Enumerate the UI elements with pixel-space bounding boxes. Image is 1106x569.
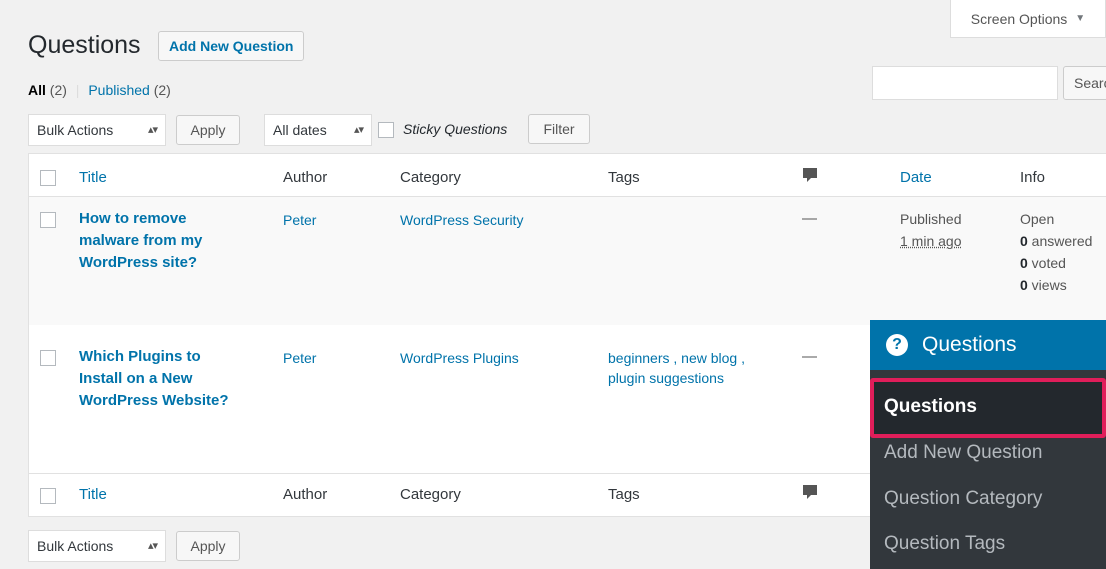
- column-category: Category: [400, 169, 461, 186]
- voted-label: voted: [1027, 255, 1066, 271]
- view-separator: |: [75, 82, 80, 98]
- column-info: Info: [1020, 169, 1046, 186]
- row-checkbox[interactable]: [40, 212, 56, 228]
- caret-down-icon: ▼: [1075, 13, 1086, 24]
- title-line: How to remove: [79, 210, 187, 227]
- info-status: Open: [1020, 211, 1055, 227]
- column-title-footer[interactable]: Title: [79, 486, 107, 503]
- select-arrows-icon: ▴▾: [147, 540, 158, 552]
- question-title-link[interactable]: Which Plugins to Install on a New WordPr…: [79, 346, 269, 412]
- apply-button-bottom[interactable]: Apply: [176, 531, 240, 561]
- sticky-label: Sticky Questions: [403, 121, 508, 137]
- author-link[interactable]: Peter: [283, 348, 316, 368]
- select-arrows-icon: ▴▾: [353, 124, 364, 136]
- bulk-actions-value: Bulk Actions: [37, 538, 114, 554]
- tags-line: beginners , new blog ,: [608, 350, 745, 366]
- info-cell: Open 0 answered 0 voted 0 views: [1020, 208, 1092, 296]
- bulk-actions-value: Bulk Actions: [37, 122, 114, 138]
- title-line: Which Plugins to: [79, 348, 201, 365]
- submenu-item-add-new[interactable]: Add New Question: [884, 442, 1042, 464]
- tags-links[interactable]: beginners , new blog , plugin suggestion…: [608, 348, 745, 388]
- filter-button[interactable]: Filter: [528, 114, 590, 144]
- comment-icon[interactable]: [802, 484, 818, 506]
- row-checkbox[interactable]: [40, 350, 56, 366]
- tags-line: plugin suggestions: [608, 370, 724, 386]
- bulk-actions-select[interactable]: Bulk Actions ▴▾: [28, 114, 166, 146]
- screen-options-label: Screen Options: [970, 10, 1068, 27]
- title-line: malware from my: [79, 232, 203, 249]
- comment-icon[interactable]: [802, 167, 818, 189]
- category-link[interactable]: WordPress Plugins: [400, 348, 519, 368]
- views-label: views: [1027, 277, 1067, 293]
- voted-count: 0: [1020, 255, 1028, 271]
- title-line: WordPress Website?: [79, 392, 229, 409]
- title-line: WordPress site?: [79, 254, 198, 271]
- category-link[interactable]: WordPress Security: [400, 210, 523, 230]
- view-published-count: (2): [153, 82, 171, 98]
- date-time: 1 min ago: [900, 233, 962, 249]
- answered-count: 0: [1020, 233, 1028, 249]
- comments-count: —: [802, 348, 817, 365]
- submenu-item-questions[interactable]: Questions: [884, 396, 977, 418]
- column-title[interactable]: Title: [79, 169, 107, 186]
- view-published-link[interactable]: Published: [88, 82, 150, 98]
- column-date[interactable]: Date: [900, 169, 932, 186]
- comments-count: —: [802, 210, 817, 227]
- dates-select[interactable]: All dates ▴▾: [264, 114, 372, 146]
- view-filters: All (2) | Published (2): [28, 82, 171, 98]
- views-count: 0: [1020, 277, 1028, 293]
- question-mark-icon: ?: [886, 334, 908, 356]
- column-tags-footer: Tags: [608, 486, 640, 503]
- select-all-checkbox[interactable]: [40, 170, 56, 186]
- submenu-item-tags[interactable]: Question Tags: [884, 533, 1005, 555]
- menu-questions-heading[interactable]: ? Questions: [870, 320, 1106, 370]
- column-category-footer: Category: [400, 486, 461, 503]
- screen-options-tab[interactable]: Screen Options ▼: [950, 0, 1106, 38]
- sticky-checkbox[interactable]: [378, 122, 394, 138]
- author-link[interactable]: Peter: [283, 210, 316, 230]
- column-author: Author: [283, 169, 328, 186]
- add-new-question-button[interactable]: Add New Question: [158, 31, 305, 61]
- question-title-link[interactable]: How to remove malware from my WordPress …: [79, 208, 269, 274]
- title-line: Install on a New: [79, 370, 193, 387]
- select-arrows-icon: ▴▾: [147, 124, 158, 136]
- answered-label: answered: [1027, 233, 1093, 249]
- menu-heading-label: Questions: [922, 333, 1017, 356]
- submenu-item-category[interactable]: Question Category: [884, 488, 1042, 510]
- dates-value: All dates: [273, 122, 327, 138]
- select-all-checkbox-footer[interactable]: [40, 488, 56, 504]
- view-all-label[interactable]: All: [28, 82, 46, 98]
- bulk-actions-select-bottom[interactable]: Bulk Actions ▴▾: [28, 530, 166, 562]
- apply-button[interactable]: Apply: [176, 115, 240, 145]
- search-button[interactable]: Search: [1063, 66, 1106, 100]
- date-status: Published: [900, 211, 962, 227]
- page-title: Questions: [28, 31, 141, 59]
- view-all-count: (2): [49, 82, 67, 98]
- search-input[interactable]: [872, 66, 1058, 100]
- column-tags: Tags: [608, 169, 640, 186]
- column-author-footer: Author: [283, 486, 328, 503]
- date-cell: Published 1 min ago: [900, 208, 962, 252]
